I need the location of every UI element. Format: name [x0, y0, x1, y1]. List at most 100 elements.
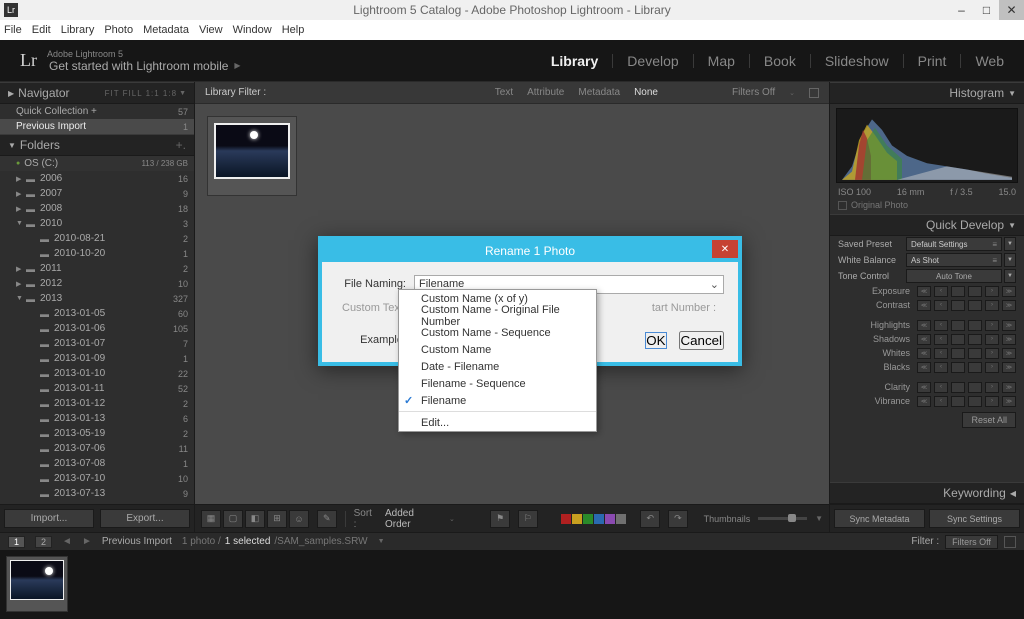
adjust-button[interactable]: ‹ — [934, 320, 948, 331]
adjust-button[interactable] — [951, 348, 965, 359]
expand-icon[interactable]: ▼ — [16, 220, 26, 227]
chevron-down-icon[interactable]: ▼ — [1004, 237, 1016, 251]
auto-tone-button[interactable]: Auto Tone — [906, 269, 1002, 283]
loupe-view-button[interactable]: ▢ — [223, 510, 243, 528]
folder-row[interactable]: ▬2010-08-212 — [0, 231, 194, 246]
adjust-button[interactable]: ≪ — [917, 396, 931, 407]
menu-window[interactable]: Window — [233, 24, 272, 36]
folder-row[interactable]: ▶▬200818 — [0, 201, 194, 216]
folders-header[interactable]: ▼ Folders +. — [0, 134, 194, 156]
expand-icon[interactable]: ▶ — [16, 205, 26, 213]
adjust-button[interactable] — [951, 286, 965, 297]
folder-row[interactable]: ▬2013-01-06105 — [0, 321, 194, 336]
adjust-button[interactable]: ‹ — [934, 382, 948, 393]
filter-none[interactable]: None — [634, 87, 658, 98]
filter-text[interactable]: Text — [495, 87, 513, 98]
adjust-button[interactable] — [968, 300, 982, 311]
painter-tool-button[interactable]: ✎ — [317, 510, 337, 528]
color-red[interactable] — [561, 514, 571, 524]
adjust-button[interactable]: › — [985, 286, 999, 297]
screen-1-button[interactable]: 1 — [8, 536, 25, 548]
adjust-button[interactable]: ≪ — [917, 382, 931, 393]
add-folder-icon[interactable]: +. — [176, 138, 186, 152]
adjust-button[interactable] — [951, 382, 965, 393]
adjust-button[interactable]: › — [985, 396, 999, 407]
adjust-button[interactable] — [968, 334, 982, 345]
adjust-button[interactable]: ≫ — [1002, 348, 1016, 359]
rotate-ccw-button[interactable]: ↶ — [640, 510, 660, 528]
expand-icon[interactable]: ▶ — [16, 265, 26, 273]
adjust-button[interactable]: ‹ — [934, 334, 948, 345]
folder-row[interactable]: ▬2013-01-136 — [0, 411, 194, 426]
dialog-close-button[interactable]: ✕ — [712, 240, 738, 258]
color-none[interactable] — [616, 514, 626, 524]
lock-icon[interactable] — [809, 88, 819, 98]
folder-row[interactable]: ▬2013-07-0611 — [0, 441, 194, 456]
folder-row[interactable]: ▬2013-01-1152 — [0, 381, 194, 396]
ok-button[interactable]: OK — [645, 332, 666, 349]
minimize-button[interactable]: – — [949, 0, 974, 20]
thumbnail-size-slider[interactable] — [758, 517, 807, 520]
folder-row[interactable]: ▬2013-05-192 — [0, 426, 194, 441]
adjust-button[interactable]: ≪ — [917, 362, 931, 373]
compare-view-button[interactable]: ◧ — [245, 510, 265, 528]
adjust-button[interactable] — [968, 320, 982, 331]
chevron-down-icon[interactable]: ▼ — [179, 90, 186, 97]
quick-develop-header[interactable]: Quick Develop ▼ — [830, 214, 1024, 236]
sync-settings-button[interactable]: Sync Settings — [929, 509, 1020, 528]
adjust-button[interactable]: ≪ — [917, 320, 931, 331]
maximize-button[interactable]: □ — [974, 0, 999, 20]
adjust-button[interactable] — [951, 362, 965, 373]
adjust-button[interactable] — [951, 396, 965, 407]
filmstrip[interactable] — [0, 550, 1024, 619]
folder-row[interactable]: ▬2013-01-0560 — [0, 306, 194, 321]
drive-row[interactable]: ● OS (C:) 113 / 238 GB — [0, 156, 194, 171]
photo-thumbnail[interactable] — [207, 116, 297, 196]
saved-preset-select[interactable]: Default Settings — [906, 237, 1002, 251]
color-green[interactable] — [583, 514, 593, 524]
folder-row[interactable]: ▬2010-10-201 — [0, 246, 194, 261]
folder-row[interactable]: ▼▬20103 — [0, 216, 194, 231]
white-balance-select[interactable]: As Shot — [906, 253, 1002, 267]
adjust-button[interactable] — [968, 348, 982, 359]
adjust-button[interactable]: ≫ — [1002, 286, 1016, 297]
expand-icon[interactable]: ▶ — [16, 280, 26, 288]
sort-value[interactable]: Added Order — [385, 508, 441, 530]
dropdown-option[interactable]: Filename - Sequence — [399, 375, 596, 392]
catalog-previous-import[interactable]: Previous Import 1 — [0, 119, 194, 134]
keywording-header[interactable]: Keywording ◀ — [830, 482, 1024, 504]
folder-row[interactable]: ▶▬20112 — [0, 261, 194, 276]
folder-row[interactable]: ▬2013-01-091 — [0, 351, 194, 366]
expand-icon[interactable]: ▼ — [16, 295, 26, 302]
folder-row[interactable]: ▬2013-01-1022 — [0, 366, 194, 381]
flag-reject-button[interactable]: ⚐ — [518, 510, 538, 528]
module-slideshow[interactable]: Slideshow — [825, 53, 889, 69]
adjust-button[interactable]: › — [985, 382, 999, 393]
adjust-button[interactable]: ‹ — [934, 348, 948, 359]
adjust-button[interactable]: ‹ — [934, 300, 948, 311]
adjust-button[interactable]: ≫ — [1002, 300, 1016, 311]
adjust-button[interactable] — [968, 362, 982, 373]
cancel-button[interactable]: Cancel — [679, 331, 725, 350]
adjust-button[interactable] — [968, 286, 982, 297]
original-photo-checkbox[interactable]: Original Photo — [830, 200, 1024, 214]
source-label[interactable]: Previous Import — [102, 536, 172, 547]
expand-icon[interactable]: ▶ — [16, 175, 26, 183]
module-develop[interactable]: Develop — [627, 53, 678, 69]
navigator-header[interactable]: ▶ Navigator FIT FILL 1:1 1:8 ▼ — [0, 82, 194, 104]
screen-2-button[interactable]: 2 — [35, 536, 52, 548]
adjust-button[interactable] — [968, 382, 982, 393]
adjust-button[interactable]: ≫ — [1002, 334, 1016, 345]
adjust-button[interactable]: ‹ — [934, 396, 948, 407]
dropdown-option[interactable]: Custom Name - Original File Number — [399, 307, 596, 324]
adjust-button[interactable] — [951, 300, 965, 311]
filter-attribute[interactable]: Attribute — [527, 87, 564, 98]
rotate-cw-button[interactable]: ↷ — [668, 510, 688, 528]
menu-library[interactable]: Library — [61, 24, 95, 36]
menu-view[interactable]: View — [199, 24, 223, 36]
dialog-title-bar[interactable]: Rename 1 Photo ✕ — [322, 240, 738, 262]
adjust-button[interactable]: › — [985, 348, 999, 359]
go-forward-button[interactable]: ► — [82, 536, 92, 547]
adjust-button[interactable]: › — [985, 362, 999, 373]
adjust-button[interactable] — [951, 320, 965, 331]
